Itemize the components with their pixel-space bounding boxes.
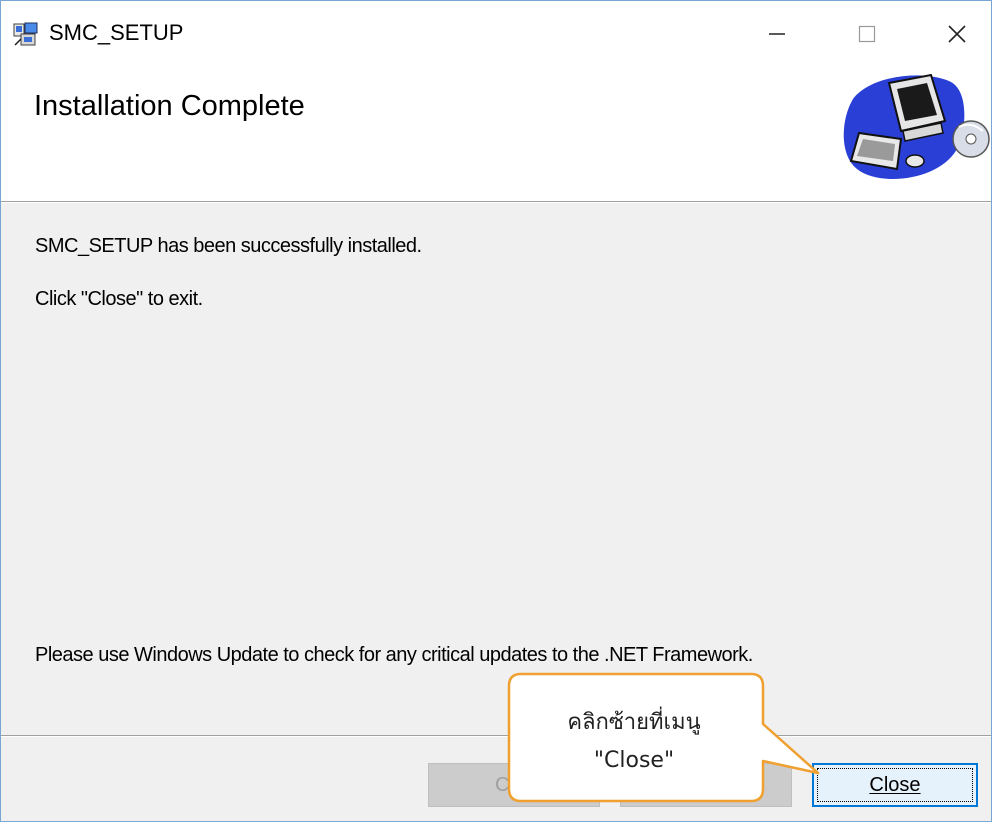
installer-window: SMC_SETUP Installation Complete SMC_SETU…	[0, 0, 992, 822]
callout-instruction: คลิกซ้ายที่เมนู	[567, 710, 701, 735]
callout-target-label: "Close"	[593, 748, 675, 773]
callout-bubble	[507, 672, 820, 803]
